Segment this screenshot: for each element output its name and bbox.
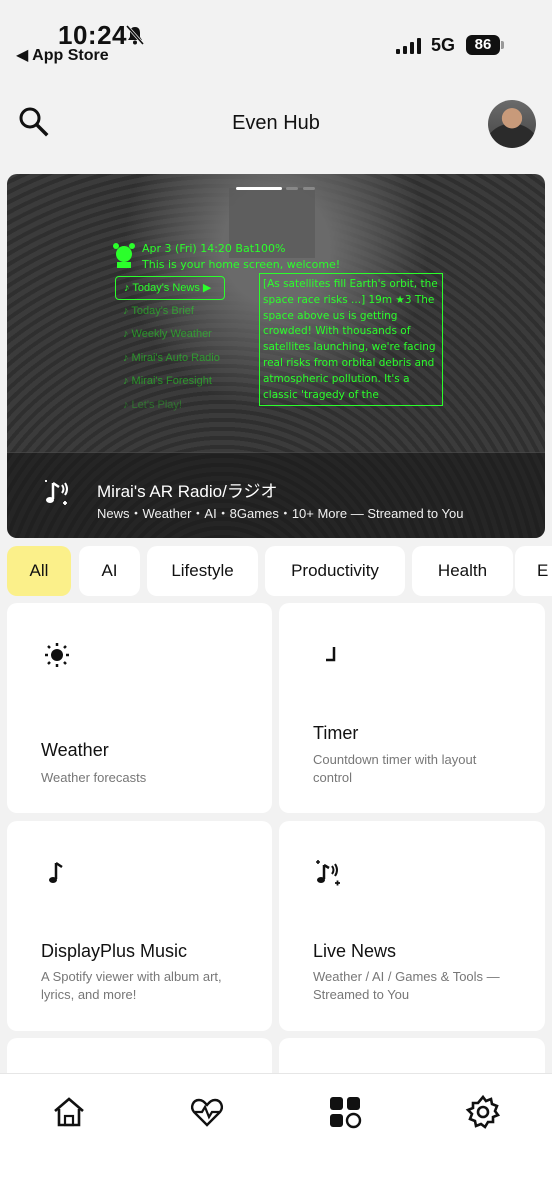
battery-level: 86 <box>466 35 500 55</box>
chip-ai[interactable]: AI <box>79 546 140 596</box>
app-card-description: A Spotify viewer with album art, lyrics,… <box>41 969 222 1002</box>
chip-productivity[interactable]: Productivity <box>265 546 405 596</box>
hud-menu-item: ♪ Let's Play! <box>123 398 182 411</box>
hud-news-panel: [As satellites fill Earth's orbit, the s… <box>259 273 443 406</box>
radio-music-icon <box>316 860 340 886</box>
category-filter-bar: All AI Lifestyle Productivity Health E <box>7 546 552 596</box>
hud-menu-item-active: ♪ Today's News ▶ <box>115 276 225 300</box>
hud-menu-item: ♪ Mirai's Auto Radio <box>123 351 220 364</box>
app-card-live-news[interactable]: Live News Weather / AI / Games & Tools —… <box>279 821 545 1031</box>
hud-menu: ♪ Today's News ▶ ♪ Today's Brief ♪ Weekl… <box>115 276 265 417</box>
app-card-description: Weather / AI / Games & Tools — Streamed … <box>313 969 500 1002</box>
hud-menu-item: ♪ Today's Brief <box>123 304 194 317</box>
hud-menu-item: ♪ Mirai's Foresight <box>123 375 212 387</box>
status-bar: 10:24 ◀ App Store 5G 86 <box>0 0 552 70</box>
health-icon[interactable] <box>189 1094 225 1130</box>
featured-banner[interactable]: Apr 3 (Fri) 14:20 Bat100% This is your h… <box>7 174 545 538</box>
banner-subtitle: News・Weather・AI・8Games・10+ More — Stream… <box>97 506 464 521</box>
chip-partial[interactable]: E <box>515 546 552 596</box>
app-card-description: Weather forecasts <box>41 770 147 785</box>
chip-health[interactable]: Health <box>412 546 513 596</box>
app-card-title: DisplayPlus Music <box>41 941 188 961</box>
carousel-dot-active <box>236 187 282 190</box>
app-header: Even Hub <box>0 96 552 152</box>
hud-menu-item: ♪ Weekly Weather <box>123 328 212 340</box>
app-card-title: Live News <box>313 941 397 961</box>
bell-muted-icon <box>125 25 145 45</box>
apps-icon[interactable] <box>327 1094 363 1130</box>
radio-music-icon <box>45 480 68 505</box>
carousel-dot <box>286 187 298 190</box>
app-card-weather[interactable]: Weather Weather forecasts <box>7 603 272 813</box>
timer-icon <box>326 647 336 662</box>
app-card-timer[interactable]: Timer Countdown timer with layout contro… <box>279 603 545 813</box>
banner-footer: Mirai's AR Radio/ラジオ News・Weather・AI・8Ga… <box>7 452 545 538</box>
carousel-indicator <box>236 187 316 191</box>
settings-icon[interactable] <box>465 1094 501 1130</box>
chip-lifestyle[interactable]: Lifestyle <box>147 546 258 596</box>
sun-icon <box>45 643 69 667</box>
carousel-dot <box>303 187 315 190</box>
hud-welcome-text: This is your home screen, welcome! <box>142 258 341 271</box>
mascot-logo-icon <box>113 243 135 268</box>
signal-icon <box>396 38 421 54</box>
battery-icon: 86 <box>466 35 504 55</box>
music-note-icon <box>49 861 63 883</box>
hud-time-battery: Apr 3 (Fri) 14:20 Bat100% <box>142 242 286 255</box>
banner-title: Mirai's AR Radio/ラジオ <box>97 482 278 501</box>
app-card-displayplus-music[interactable]: DisplayPlus Music A Spotify viewer with … <box>7 821 272 1031</box>
chip-all[interactable]: All <box>7 546 71 596</box>
network-type: 5G <box>431 35 456 55</box>
app-card-description: Countdown timer with layout control <box>313 752 477 785</box>
app-card-title: Timer <box>313 723 359 743</box>
page-title: Even Hub <box>232 112 320 134</box>
avatar[interactable] <box>488 100 536 148</box>
home-icon[interactable] <box>51 1094 87 1130</box>
back-to-app-store-link[interactable]: ◀ App Store <box>16 45 109 65</box>
bottom-navigation <box>0 1073 552 1200</box>
app-card-title: Weather <box>41 740 109 760</box>
